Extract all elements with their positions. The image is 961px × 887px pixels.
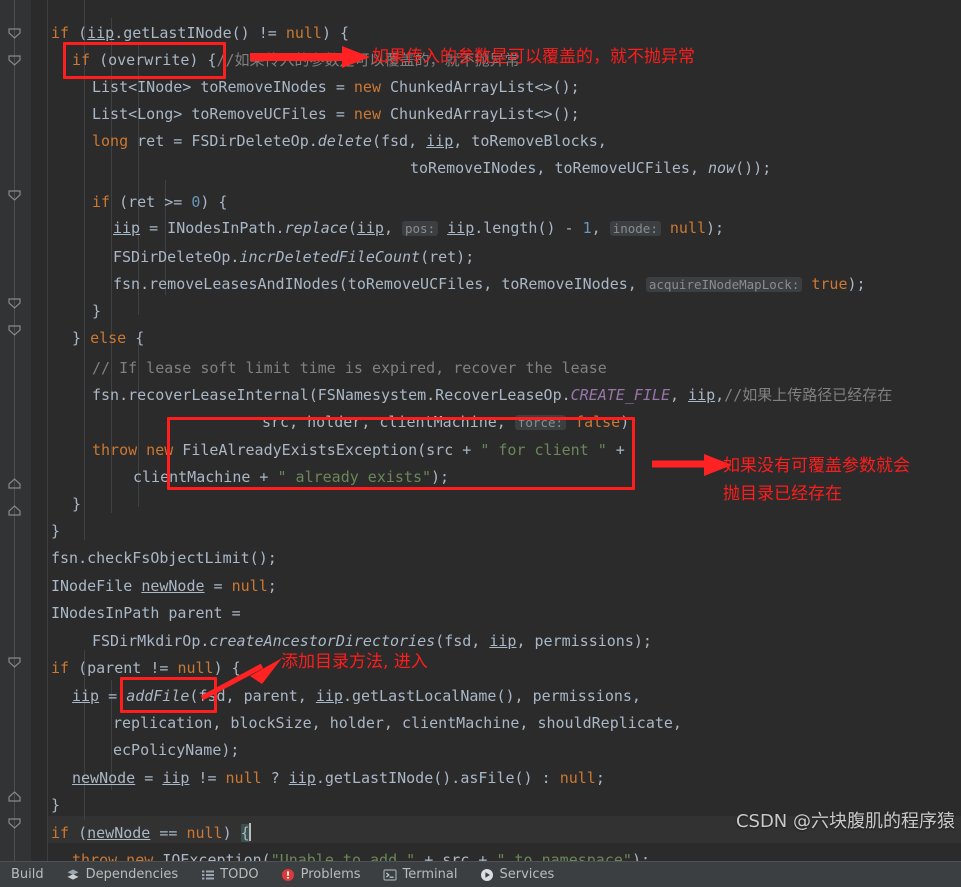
status-bar-label: Problems (300, 867, 361, 882)
annotation-note-3: 添加目录方法, 进入 (281, 652, 428, 672)
code-line: toRemoveINodes, toRemoveUCFiles, now()); (410, 159, 772, 177)
status-bar-label: Services (499, 867, 555, 882)
csdn-watermark: CSDN @六块腹肌的程序猿 (735, 811, 955, 832)
ide-window: if (iip.getLastINode() != null) { if (ov… (0, 0, 961, 887)
annotation-note-2-line-1: 如果没有可覆盖参数就会 (723, 456, 910, 476)
status-bar[interactable]: Build Dependencies TODO Problems Termina… (0, 861, 961, 887)
code-line: if (ret >= 0) { (92, 193, 228, 211)
code-line: } else { (72, 329, 145, 347)
status-bar-item-problems[interactable]: Problems (270, 862, 372, 887)
code-line: INodesInPath parent = (51, 604, 241, 622)
parameter-hint: pos: (402, 221, 439, 236)
annotation-arrow-icon (200, 658, 282, 701)
code-line: fsn.checkFsObjectLimit(); (51, 549, 277, 567)
annotation-note-2-line-2: 抛目录已经存在 (723, 484, 842, 504)
code-editor[interactable]: if (iip.getLastINode() != null) { if (ov… (0, 0, 961, 861)
code-line: throw new IOException("Unable to add " +… (72, 851, 650, 861)
terminal-icon (383, 867, 398, 882)
code-line: long ret = FSDirDeleteOp.delete(fsd, iip… (92, 132, 607, 150)
problems-icon (281, 867, 296, 882)
annotation-note-1: 如果传入的参数是可以覆盖的，就不抛异常 (372, 47, 695, 67)
code-line: } (51, 522, 61, 540)
annotation-arrow-icon (250, 46, 370, 68)
parameter-hint: inode: (609, 221, 661, 236)
services-icon (479, 867, 494, 882)
code-line: // If lease soft limit time is expired, … (92, 359, 607, 377)
code-line: fsn.removeLeasesAndINodes(toRemoveUCFile… (113, 275, 866, 293)
code-line: } (92, 302, 102, 320)
code-line: INodeFile newNode = null; (51, 577, 277, 595)
status-bar-label: Build (11, 867, 44, 882)
code-line: fsn.recoverLeaseInternal(FSNamesystem.Re… (92, 386, 893, 404)
code-line: } (51, 796, 61, 814)
status-bar-item-todo[interactable]: TODO (189, 862, 269, 887)
dependencies-icon (66, 867, 81, 882)
status-bar-label: TODO (220, 867, 259, 882)
todo-icon (200, 867, 215, 882)
status-bar-label: Terminal (402, 867, 458, 882)
parameter-hint: acquireINodeMapLock: (645, 277, 803, 292)
status-bar-item-services[interactable]: Services (468, 862, 565, 887)
code-line: ecPolicyName); (113, 741, 240, 759)
status-bar-label: Dependencies (85, 867, 179, 882)
code-line: newNode = iip != null ? iip.getLastINode… (72, 769, 605, 787)
status-bar-item-build[interactable]: Build (0, 862, 55, 887)
status-bar-item-terminal[interactable]: Terminal (372, 862, 469, 887)
code-line: if (newNode == null) { (51, 823, 251, 842)
file-already-exists-exception-box (167, 417, 635, 490)
code-line: List<Long> toRemoveUCFiles = new Chunked… (92, 105, 580, 123)
code-line: FSDirDeleteOp.incrDeletedFileCount(ret); (113, 248, 475, 266)
code-line: replication, blockSize, holder, clientMa… (113, 714, 682, 732)
code-line: iip = INodesInPath.replace(iip, pos: iip… (113, 219, 725, 237)
overwrite-condition-box (63, 42, 226, 79)
status-bar-item-dependencies[interactable]: Dependencies (55, 862, 190, 887)
code-line: } (72, 495, 82, 513)
